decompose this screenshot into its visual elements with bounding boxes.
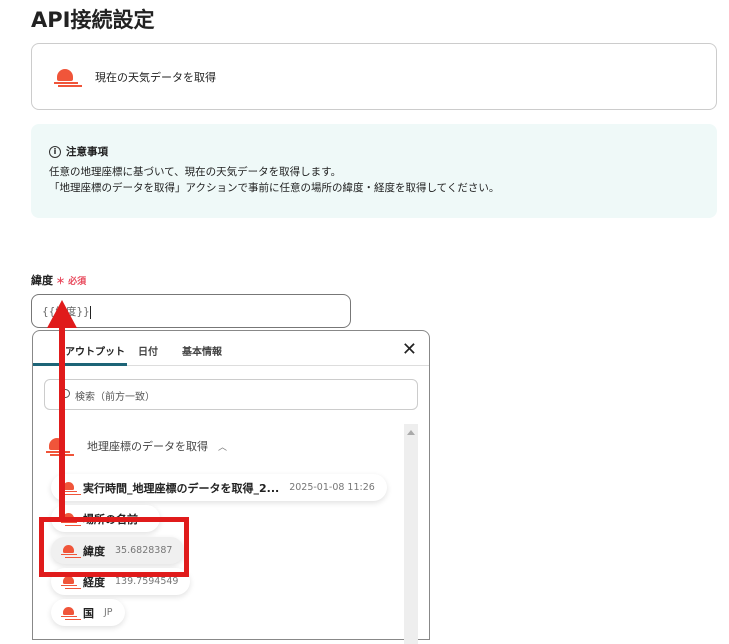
required-mark: ＊ 必須: [56, 277, 87, 287]
notice-title: 注意事項: [66, 146, 108, 158]
weather-icon: [61, 575, 77, 588]
tab-basic-info[interactable]: 基本情報: [182, 343, 222, 358]
scrollbar[interactable]: [404, 424, 418, 644]
list-item[interactable]: 実行時間_地理座標のデータを取得_2... 2025-01-08 11:26: [51, 474, 387, 501]
chevron-up-icon: ︿: [218, 442, 228, 453]
search-input[interactable]: 検索（前方一致）: [44, 379, 418, 410]
action-card: 現在の天気データを取得: [31, 43, 717, 110]
page-title: API接続設定: [31, 8, 155, 32]
field-label: 緯度＊ 必須: [31, 274, 87, 287]
list-item[interactable]: 国 JP: [51, 599, 125, 626]
variable-picker: アウトプット 日付 基本情報 ✕ 検索（前方一致） 地理座標のデータを取得 ︿ 実…: [32, 330, 430, 644]
notice-line: 任意の地理座標に基づいて、現在の天気データを取得します。: [49, 166, 342, 178]
notice-line: 「地理座標のデータを取得」アクションで事前に任意の場所の緯度・経度を取得してくだ…: [49, 182, 500, 194]
tab-date[interactable]: 日付: [138, 343, 158, 358]
info-icon: i: [49, 146, 61, 158]
action-label: 現在の天気データを取得: [95, 70, 216, 84]
weather-icon: [46, 437, 70, 455]
notice-box: i 注意事項 任意の地理座標に基づいて、現在の天気データを取得します。 「地理座標…: [31, 124, 717, 218]
latitude-input[interactable]: {{緯度}}: [31, 294, 351, 328]
weather-icon: [54, 68, 78, 86]
tab-output[interactable]: アウトプット: [33, 331, 127, 366]
annotation-highlight-box: [39, 517, 189, 577]
annotation-arrow: [59, 320, 65, 520]
group-header[interactable]: 地理座標のデータを取得 ︿: [46, 437, 227, 455]
close-icon[interactable]: ✕: [402, 339, 417, 360]
annotation-arrow-head: [47, 300, 77, 328]
weather-icon: [61, 606, 77, 619]
